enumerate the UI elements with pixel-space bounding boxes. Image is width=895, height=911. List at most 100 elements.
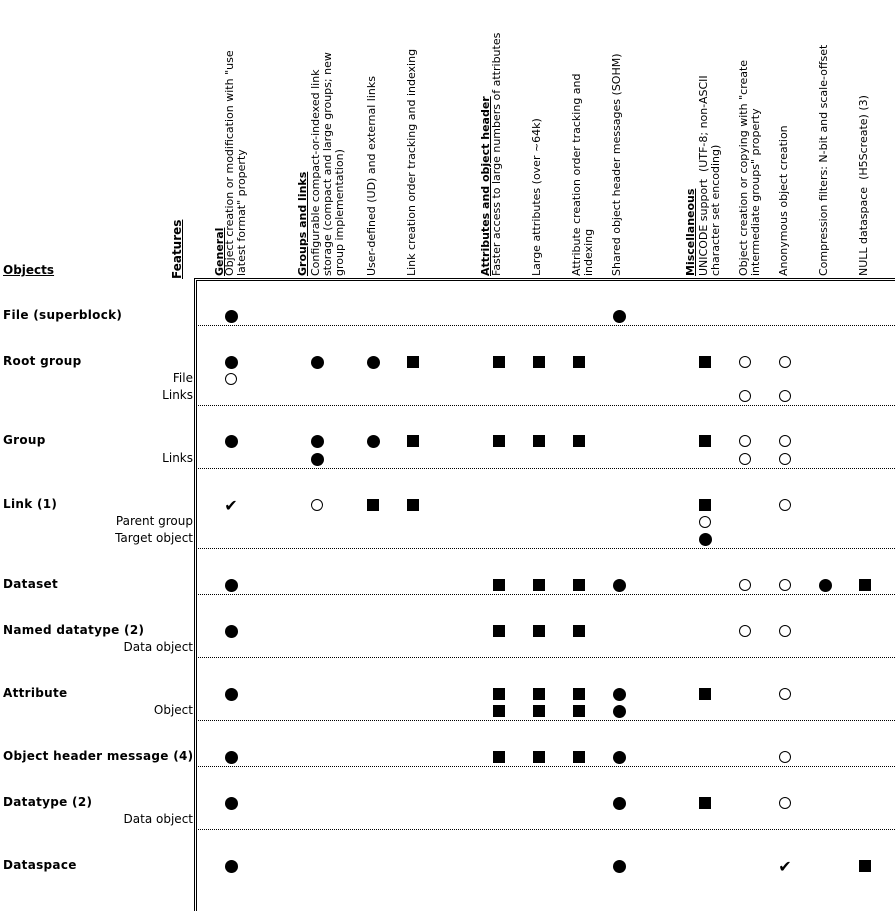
object-label: File (superblock) xyxy=(3,308,123,322)
row-divider xyxy=(198,720,895,721)
filled-circle-icon xyxy=(224,688,238,701)
open-circle-icon xyxy=(225,373,237,385)
filled-circle-icon xyxy=(612,797,626,810)
filled-square-icon xyxy=(573,625,585,637)
feature-column-header: Object creation or modification with "us… xyxy=(223,50,248,276)
filled-circle-icon xyxy=(224,860,238,873)
sub-object-label: Links xyxy=(162,451,193,465)
filled-square-icon xyxy=(699,797,711,809)
sub-object-label: Data object xyxy=(123,812,193,826)
sub-object-label: Object xyxy=(153,703,193,717)
filled-circle-icon xyxy=(224,797,238,810)
filled-circle-icon xyxy=(224,625,238,638)
feature-column-header: Shared object header messages (SOHM) xyxy=(610,53,623,276)
object-label: Object header message (4) xyxy=(3,749,194,763)
open-circle-icon xyxy=(779,688,791,700)
sub-object-label: Parent group xyxy=(115,514,193,528)
open-circle-icon xyxy=(739,356,751,368)
open-circle-icon xyxy=(699,516,711,528)
features-title: Features xyxy=(170,219,184,279)
row-divider xyxy=(198,405,895,406)
feature-column-header: User-defined (UD) and external links xyxy=(365,76,378,276)
sub-object-label: File xyxy=(172,371,193,385)
filled-circle-icon xyxy=(612,688,626,701)
open-circle-icon xyxy=(739,579,751,591)
filled-circle-icon xyxy=(224,356,238,369)
open-circle-icon xyxy=(779,356,791,368)
open-circle-icon xyxy=(739,453,751,465)
filled-circle-icon xyxy=(224,579,238,592)
filled-square-icon xyxy=(699,435,711,447)
filled-square-icon xyxy=(859,579,871,591)
feature-column-header: Anonymous object creation xyxy=(777,125,790,276)
open-circle-icon xyxy=(779,797,791,809)
row-divider xyxy=(198,548,895,549)
object-label: Attribute xyxy=(3,686,68,700)
filled-square-icon xyxy=(407,435,419,447)
filled-square-icon xyxy=(533,356,545,368)
filled-circle-icon xyxy=(224,310,238,323)
sub-object-label: Links xyxy=(162,388,193,402)
object-label: Root group xyxy=(3,354,82,368)
row-divider xyxy=(198,657,895,658)
filled-square-icon xyxy=(407,356,419,368)
feature-column-header: Object creation or copying with "create … xyxy=(737,59,762,276)
filled-square-icon xyxy=(407,499,419,511)
objects-title: Objects xyxy=(3,263,55,277)
filled-circle-icon xyxy=(224,751,238,764)
filled-circle-icon xyxy=(310,453,324,466)
object-label: Group xyxy=(3,433,46,447)
object-label: Link (1) xyxy=(3,497,58,511)
filled-square-icon xyxy=(573,579,585,591)
open-circle-icon xyxy=(779,579,791,591)
open-circle-icon xyxy=(739,625,751,637)
filled-circle-icon xyxy=(366,356,380,369)
filled-square-icon xyxy=(699,688,711,700)
row-divider xyxy=(198,829,895,830)
filled-square-icon xyxy=(533,751,545,763)
feature-column-header: UNICODE support (UTF-8; non-ASCII charac… xyxy=(697,75,722,276)
filled-square-icon xyxy=(699,356,711,368)
filled-circle-icon xyxy=(366,435,380,448)
feature-column-header: Link creation order tracking and indexin… xyxy=(405,48,418,276)
filled-square-icon xyxy=(493,688,505,700)
object-label: Dataspace xyxy=(3,858,77,872)
filled-circle-icon xyxy=(818,579,832,592)
open-circle-icon xyxy=(779,751,791,763)
filled-circle-icon xyxy=(612,310,626,323)
filled-square-icon xyxy=(699,499,711,511)
filled-square-icon xyxy=(859,860,871,872)
open-circle-icon xyxy=(779,453,791,465)
feature-column-header: Compression filters: N-bit and scale-off… xyxy=(817,44,830,276)
feature-group-header: Miscellaneous xyxy=(684,188,697,276)
feature-column-header: NULL dataspace (H5Screate) (3) xyxy=(857,95,870,276)
filled-square-icon xyxy=(533,625,545,637)
feature-group-header: Groups and links xyxy=(296,171,309,276)
feature-column-header: Large attributes (over ~64k) xyxy=(530,118,543,276)
filled-square-icon xyxy=(573,688,585,700)
open-circle-icon xyxy=(779,625,791,637)
feature-column-header: Faster access to large numbers of attrib… xyxy=(490,32,503,276)
row-divider xyxy=(198,468,895,469)
filled-square-icon xyxy=(573,751,585,763)
filled-square-icon xyxy=(573,356,585,368)
sub-object-label: Target object xyxy=(115,531,193,545)
filled-circle-icon xyxy=(224,435,238,448)
filled-circle-icon xyxy=(612,751,626,764)
filled-square-icon xyxy=(573,705,585,717)
open-circle-icon xyxy=(779,435,791,447)
object-label: Dataset xyxy=(3,577,59,591)
check-icon: ✔ xyxy=(224,496,238,515)
filled-circle-icon xyxy=(698,533,712,546)
open-circle-icon xyxy=(779,390,791,402)
filled-square-icon xyxy=(533,435,545,447)
feature-column-header: Configurable compact-or-indexed link sto… xyxy=(309,52,346,276)
filled-square-icon xyxy=(493,579,505,591)
open-circle-icon xyxy=(739,390,751,402)
sub-object-label: Data object xyxy=(123,640,193,654)
check-icon: ✔ xyxy=(778,857,792,876)
filled-circle-icon xyxy=(612,860,626,873)
filled-circle-icon xyxy=(612,705,626,718)
open-circle-icon xyxy=(311,499,323,511)
filled-square-icon xyxy=(533,579,545,591)
